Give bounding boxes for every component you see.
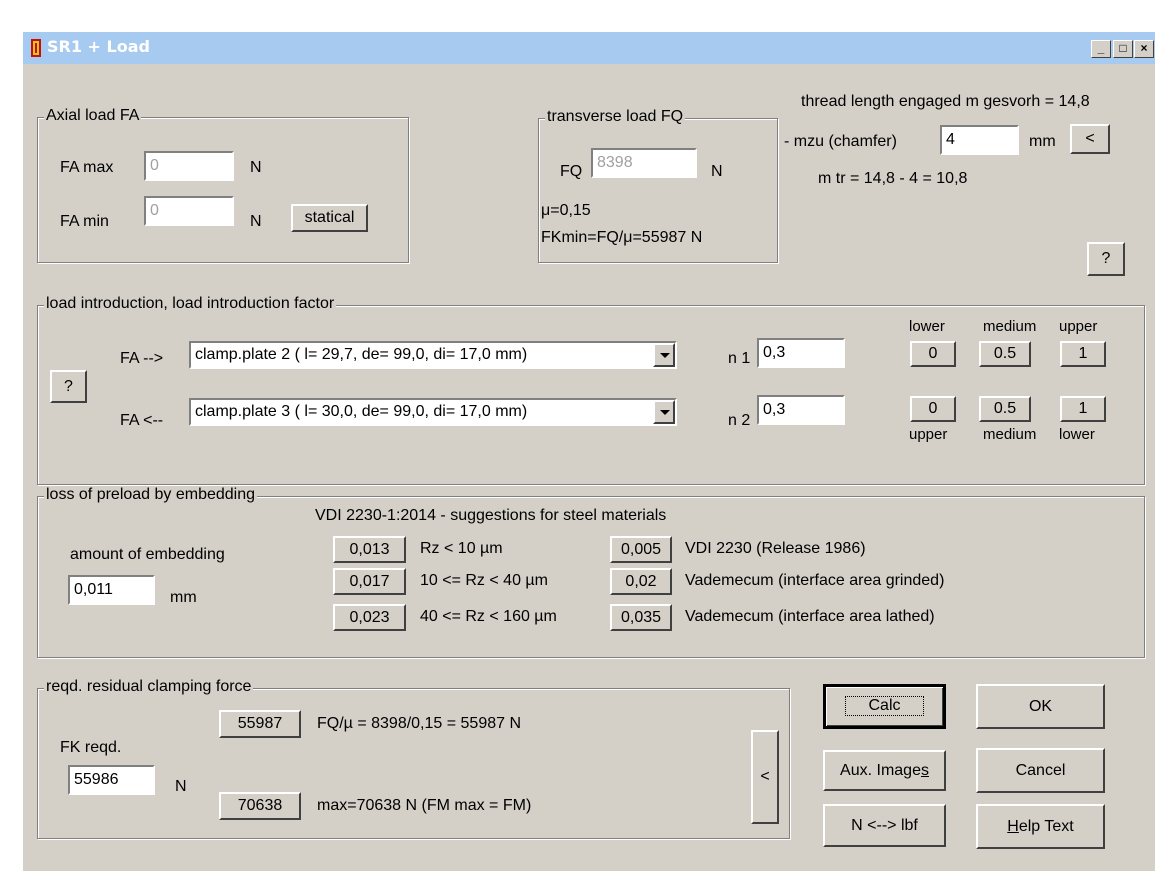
fa-max-label: FA max xyxy=(60,159,114,176)
fkmin-text: FKmin=FQ/μ=55987 N xyxy=(541,229,703,246)
axial-load-group: Axial load FA xyxy=(37,107,409,263)
thread-help-button[interactable]: ? xyxy=(1087,242,1125,276)
n1-medium-button[interactable]: 0.5 xyxy=(979,341,1031,367)
embed-0035-button[interactable]: 0,035 xyxy=(610,604,672,631)
bottom-upper-label: upper xyxy=(909,426,948,443)
fa-min-label: FA min xyxy=(60,213,109,230)
residual-back-button[interactable]: < xyxy=(751,730,779,824)
fq-input[interactable]: 8398 xyxy=(591,148,697,178)
embed-0017-button[interactable]: 0,017 xyxy=(333,568,406,595)
calc-button[interactable]: Calc xyxy=(823,684,946,729)
calc-label: Calc xyxy=(840,691,928,721)
load-introduction-legend: load introduction, load introduction fac… xyxy=(44,295,337,313)
fa-min-unit: N xyxy=(250,213,262,230)
ok-button[interactable]: OK xyxy=(976,684,1105,729)
units-toggle-button[interactable]: N <--> lbf xyxy=(823,804,946,847)
thread-back-button[interactable]: < xyxy=(1070,124,1110,154)
aux-images-button[interactable]: Aux. Images xyxy=(823,750,946,791)
clamp-plate-forward-select[interactable]: clamp.plate 2 ( l= 29,7, de= 99,0, di= 1… xyxy=(189,341,677,369)
fq-label: FQ xyxy=(560,163,583,180)
axial-load-legend: Axial load FA xyxy=(44,107,142,125)
fa-forward-label: FA --> xyxy=(120,350,164,367)
maximize-button[interactable]: □ xyxy=(1113,40,1133,58)
n2-upper-button[interactable]: 0 xyxy=(910,396,956,422)
fq-unit: N xyxy=(711,163,723,180)
top-upper-label: upper xyxy=(1059,318,1098,335)
fm-max-button[interactable]: 70638 xyxy=(219,792,301,820)
fm-max-text: max=70638 N (FM max = FM) xyxy=(317,797,532,814)
embedding-legend: loss of preload by embedding xyxy=(44,486,258,504)
clamp-plate-back-select[interactable]: clamp.plate 3 ( l= 30,0, de= 99,0, di= 1… xyxy=(189,398,677,426)
n1-input[interactable]: 0,3 xyxy=(757,338,845,368)
chevron-down-icon[interactable] xyxy=(653,343,675,367)
fq-mu-button[interactable]: 55987 xyxy=(219,710,301,738)
help-text-accel: H xyxy=(1007,818,1019,835)
mzu-input[interactable]: 4 xyxy=(940,125,1019,155)
embedding-amount-label: amount of embedding xyxy=(70,546,225,563)
n2-label: n 2 xyxy=(728,412,751,429)
close-button[interactable]: × xyxy=(1134,40,1154,58)
dialog-window: SR1 + Load _ □ × Axial load FA FA max 0 … xyxy=(22,31,1155,871)
aux-images-accel: s xyxy=(920,762,929,779)
fk-reqd-label: FK reqd. xyxy=(60,739,122,756)
title-bar: SR1 + Load _ □ × xyxy=(23,32,1155,64)
embed-0005-text: VDI 2230 (Release 1986) xyxy=(685,540,866,557)
thread-length-text: thread length engaged m gesvorh = 14,8 xyxy=(801,93,1090,110)
transverse-load-legend: transverse load FQ xyxy=(545,108,686,126)
fa-max-input[interactable]: 0 xyxy=(144,151,234,181)
bottom-lower-label: lower xyxy=(1059,426,1095,443)
vdi-header: VDI 2230-1:2014 - suggestions for steel … xyxy=(315,507,667,524)
n2-medium-button[interactable]: 0.5 xyxy=(979,396,1031,422)
mzu-unit: mm xyxy=(1029,133,1056,150)
load-introduction-group: load introduction, load introduction fac… xyxy=(37,295,1145,485)
fa-min-input[interactable]: 0 xyxy=(144,196,234,226)
fq-mu-text: FQ/µ = 8398/0,15 = 55987 N xyxy=(317,715,522,732)
embedding-unit: mm xyxy=(170,589,197,606)
embed-0005-button[interactable]: 0,005 xyxy=(610,536,672,563)
window-title: SR1 + Load xyxy=(47,37,150,56)
app-icon xyxy=(31,39,41,57)
chevron-down-icon[interactable] xyxy=(653,400,675,424)
minimize-button[interactable]: _ xyxy=(1091,40,1111,58)
load-intro-help-button[interactable]: ? xyxy=(50,370,87,403)
n2-lower-button[interactable]: 1 xyxy=(1060,396,1106,422)
help-text-button[interactable]: Help Text xyxy=(976,804,1105,849)
mzu-label: - mzu (chamfer) xyxy=(784,133,897,150)
n2-input[interactable]: 0,3 xyxy=(757,395,845,425)
embed-0023-button[interactable]: 0,023 xyxy=(333,604,406,631)
residual-force-group: reqd. residual clamping force xyxy=(37,678,790,839)
n1-lower-button[interactable]: 0 xyxy=(910,341,956,367)
top-medium-label: medium xyxy=(983,318,1037,335)
clamp-plate-forward-value: clamp.plate 2 ( l= 29,7, de= 99,0, di= 1… xyxy=(195,346,528,363)
bottom-medium-label: medium xyxy=(983,426,1037,443)
fk-reqd-input[interactable]: 55986 xyxy=(68,765,155,795)
mtr-text: m tr = 14,8 - 4 = 10,8 xyxy=(818,170,968,187)
cancel-button[interactable]: Cancel xyxy=(976,748,1105,793)
fa-max-unit: N xyxy=(250,159,262,176)
mu-text: μ=0,15 xyxy=(541,202,591,219)
embed-0035-text: Vademecum (interface area lathed) xyxy=(685,608,935,625)
fa-back-label: FA <-- xyxy=(120,412,164,429)
clamp-plate-back-value: clamp.plate 3 ( l= 30,0, de= 99,0, di= 1… xyxy=(195,403,528,420)
embed-0017-text: 10 <= Rz < 40 µm xyxy=(420,572,548,589)
embed-0013-text: Rz < 10 µm xyxy=(420,540,503,557)
embedding-amount-input[interactable]: 0,011 xyxy=(68,575,155,605)
embed-0023-text: 40 <= Rz < 160 µm xyxy=(420,608,557,625)
n1-label: n 1 xyxy=(728,350,751,367)
n1-upper-button[interactable]: 1 xyxy=(1060,341,1106,367)
embed-002-button[interactable]: 0,02 xyxy=(610,568,672,595)
top-lower-label: lower xyxy=(909,318,945,335)
statical-button[interactable]: statical xyxy=(291,204,368,232)
help-text-label: elp Text xyxy=(1018,818,1074,835)
embed-002-text: Vademecum (interface area grinded) xyxy=(685,572,945,589)
residual-force-legend: reqd. residual clamping force xyxy=(44,678,254,696)
embed-0013-button[interactable]: 0,013 xyxy=(333,536,406,563)
fk-reqd-unit: N xyxy=(175,778,187,795)
aux-images-label: Aux. Image xyxy=(840,762,921,779)
